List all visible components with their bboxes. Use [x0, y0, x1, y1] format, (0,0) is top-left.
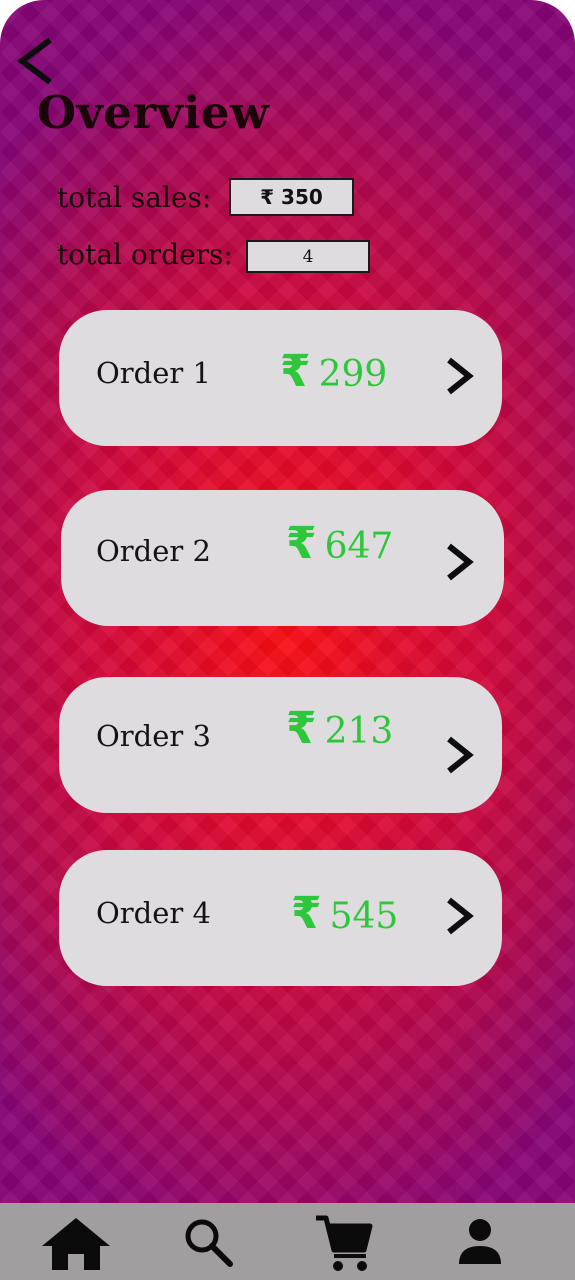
total-sales-label: total sales: [57, 181, 212, 214]
order-name: Order 3 [96, 719, 211, 753]
chevron-right-icon [447, 897, 474, 935]
chevron-right-icon [447, 357, 474, 395]
page-title: Overview [37, 86, 270, 139]
order-card-3[interactable]: Order 3 ₹ 213 [59, 677, 502, 813]
total-orders-label: total orders: [57, 238, 233, 271]
rupee-icon: ₹ [280, 346, 311, 397]
chevron-right-icon [447, 543, 474, 581]
back-button[interactable] [14, 34, 60, 88]
nav-cart-button[interactable] [308, 1203, 380, 1280]
order-card-4[interactable]: Order 4 ₹ 545 [59, 850, 502, 986]
total-sales-value: ₹ 350 [229, 178, 354, 216]
order-card-2[interactable]: Order 2 ₹ 647 [61, 490, 504, 626]
order-amount-value: 299 [318, 354, 388, 395]
search-icon [185, 1219, 233, 1267]
chevron-right-icon [447, 736, 474, 774]
rupee-icon: ₹ [286, 703, 317, 754]
bottom-nav [0, 1203, 575, 1280]
nav-home-button[interactable] [36, 1203, 116, 1280]
cart-icon [316, 1215, 373, 1271]
order-name: Order 4 [96, 896, 211, 930]
order-amount: ₹ 299 [280, 346, 387, 397]
order-amount-value: 647 [324, 526, 394, 567]
nav-profile-button[interactable] [452, 1203, 508, 1280]
app-screen: Overview total sales: ₹ 350 total orders… [0, 0, 575, 1280]
order-amount: ₹ 647 [286, 518, 393, 569]
nav-search-button[interactable] [176, 1203, 240, 1280]
rupee-icon: ₹ [286, 518, 317, 569]
order-name: Order 2 [96, 534, 211, 568]
order-amount: ₹ 545 [291, 888, 398, 939]
order-amount-value: 213 [324, 711, 394, 752]
order-name: Order 1 [96, 356, 211, 390]
order-card-1[interactable]: Order 1 ₹ 299 [59, 310, 502, 446]
profile-icon [459, 1218, 501, 1264]
order-amount: ₹ 213 [286, 703, 393, 754]
order-amount-value: 545 [329, 896, 399, 937]
chevron-left-icon [17, 37, 52, 85]
home-icon [42, 1217, 110, 1270]
rupee-icon: ₹ [291, 888, 322, 939]
total-orders-value: 4 [246, 240, 370, 273]
